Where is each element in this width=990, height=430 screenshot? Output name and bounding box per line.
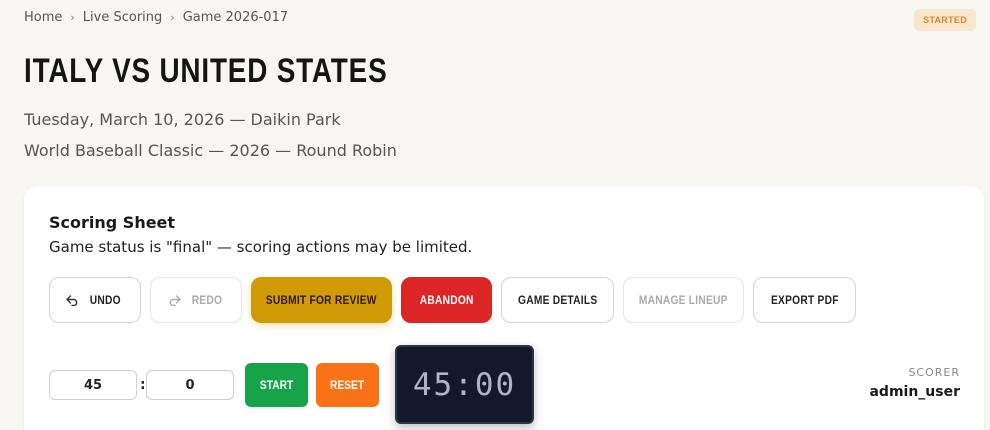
breadcrumb-separator: › (170, 11, 175, 24)
scorer-info: SCORER admin_user (869, 366, 960, 400)
undo-label: UNDO (89, 293, 122, 307)
submit-for-review-button[interactable]: SUBMIT FOR REVIEW (251, 277, 392, 323)
scoring-toolbar: UNDO REDO SUBMIT FOR REVIEW ABANDON GAME… (49, 277, 856, 323)
abandon-label: ABANDON (419, 293, 474, 307)
undo-arrow-icon (66, 294, 79, 306)
export-pdf-label: EXPORT PDF (770, 293, 839, 307)
game-status-note: Game status is "final" — scoring actions… (49, 238, 473, 256)
timer-seconds-input[interactable] (146, 370, 234, 400)
breadcrumb: Home › Live Scoring › Game 2026-017 (24, 10, 288, 25)
breadcrumb-separator: › (70, 11, 75, 24)
submit-label: SUBMIT FOR REVIEW (266, 293, 377, 307)
timer-start-label: START (259, 378, 294, 392)
manage-lineup-label: MANAGE LINEUP (639, 293, 728, 307)
manage-lineup-button[interactable]: MANAGE LINEUP (623, 277, 744, 323)
redo-button[interactable]: REDO (150, 277, 242, 323)
abandon-button[interactable]: ABANDON (401, 277, 492, 323)
redo-label: REDO (191, 293, 222, 307)
page-title: ITALY VS UNITED STATES (24, 52, 388, 90)
timer-colon: : (140, 377, 146, 393)
scorer-label: SCORER (908, 366, 960, 379)
breadcrumb-live-scoring-link[interactable]: Live Scoring (83, 10, 162, 25)
scoring-sheet-title: Scoring Sheet (49, 213, 176, 232)
timer-reset-label: RESET (330, 378, 365, 392)
timer-start-button[interactable]: START (245, 363, 308, 407)
game-details-label: GAME DETAILS (517, 293, 598, 307)
breadcrumb-home-link[interactable]: Home (24, 10, 62, 25)
status-badge: STARTED (914, 9, 976, 31)
scorer-name: admin_user (869, 384, 960, 400)
game-date-venue: Tuesday, March 10, 2026 — Daikin Park (24, 110, 341, 129)
scoring-sheet-card: Scoring Sheet Game status is "final" — s… (24, 186, 984, 430)
export-pdf-button[interactable]: EXPORT PDF (753, 277, 856, 323)
game-clock-display: 45:00 (395, 345, 534, 424)
undo-button[interactable]: UNDO (49, 277, 141, 323)
timer-minutes-input[interactable] (49, 370, 137, 400)
breadcrumb-current: Game 2026-017 (182, 10, 289, 25)
redo-arrow-icon (168, 294, 181, 306)
timer-inputs: : (49, 370, 234, 400)
game-event: World Baseball Classic — 2026 — Round Ro… (24, 141, 397, 160)
game-details-button[interactable]: GAME DETAILS (501, 277, 614, 323)
timer-reset-button[interactable]: RESET (316, 363, 379, 407)
